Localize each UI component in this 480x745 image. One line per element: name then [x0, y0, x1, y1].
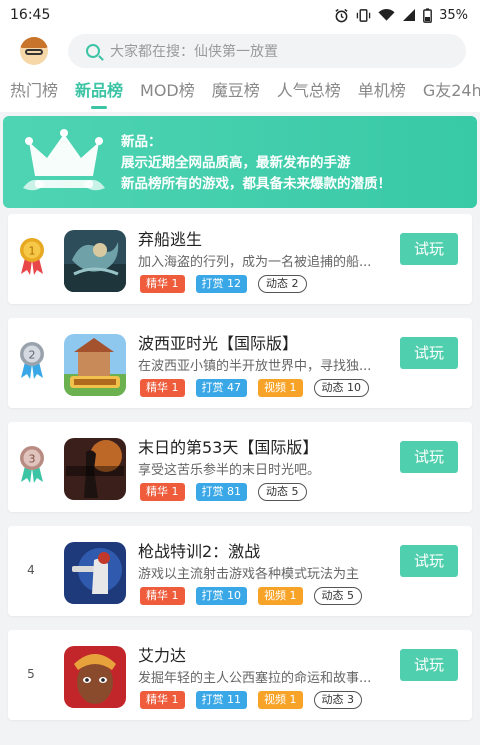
play-button[interactable]: 试玩 [400, 441, 458, 473]
tag-video: 视频 1 [258, 691, 303, 709]
rank-number: 5 [27, 667, 35, 681]
game-thumbnail [64, 438, 126, 500]
tab-gyou24h[interactable]: G友24h [423, 72, 480, 112]
game-description: 加入海盗的行列，成为一名被追捕的船... [138, 255, 372, 270]
tag-tips: 打赏 81 [195, 483, 247, 501]
avatar[interactable] [20, 37, 48, 65]
tag-posts: 动态 10 [313, 379, 369, 397]
game-thumbnail [64, 230, 126, 292]
tab-popularity[interactable]: 人气总榜 [277, 72, 341, 112]
game-description: 享受这苦乐参半的末日时光吧。 [138, 463, 321, 478]
tab-modou[interactable]: 魔豆榜 [212, 72, 260, 112]
new-games-banner: 新品： 展示近期全网品质高，最新发布的手游 新品榜所有的游戏，都具备未来爆款的潜… [3, 116, 477, 208]
tag-featured: 精华 1 [140, 379, 185, 397]
status-icons: 35% [334, 8, 468, 23]
game-description: 游戏以主流射击游戏各种模式玩法为主 [138, 567, 360, 582]
game-tags: 精华 1 打赏 81 动态 5 [140, 483, 307, 501]
tag-tips: 打赏 10 [195, 587, 247, 605]
game-tags: 精华 1 打赏 12 动态 2 [140, 275, 307, 293]
tag-posts: 动态 5 [258, 483, 307, 501]
game-card[interactable]: 3 末日的第53天【国际版】 享受这苦乐参半的末日时光吧。 精华 1 打赏 81… [8, 422, 472, 512]
game-name: 末日的第53天【国际版】 [138, 438, 319, 457]
medal-icon: 2 [20, 342, 44, 379]
game-tags: 精华 1 打赏 10 视频 1 动态 5 [140, 587, 362, 605]
tag-tips: 打赏 47 [195, 379, 247, 397]
svg-text:3: 3 [29, 453, 36, 466]
search-icon [86, 44, 100, 58]
tag-tips: 打赏 12 [195, 275, 247, 293]
game-tags: 精华 1 打赏 47 视频 1 动态 10 [140, 379, 369, 397]
status-bar: 16:45 35% [0, 0, 480, 30]
tag-featured: 精华 1 [140, 691, 185, 709]
game-card[interactable]: 5 艾力达 发掘年轻的主人公西塞拉的命运和故事... 精华 1 打赏 11 视频… [8, 630, 472, 720]
game-name: 波西亚时光【国际版】 [138, 334, 299, 353]
tab-hot[interactable]: 热门榜 [10, 72, 58, 112]
banner-line-2: 新品榜所有的游戏，都具备未来爆款的潜质！ [121, 176, 391, 192]
game-description: 发掘年轻的主人公西塞拉的命运和故事... [138, 671, 372, 686]
medal-icon: 1 [20, 238, 44, 275]
search-placeholder: 大家都在搜：仙侠第一放置 [110, 44, 278, 60]
tag-posts: 动态 2 [258, 275, 307, 293]
tag-featured: 精华 1 [140, 483, 185, 501]
crown-icon [23, 129, 105, 191]
tag-tips: 打赏 11 [195, 691, 247, 709]
game-description: 在波西亚小镇的半开放世界中，寻找独... [138, 359, 372, 374]
tab-new[interactable]: 新品榜 [75, 72, 123, 112]
battery-level: 35% [439, 7, 468, 23]
play-button[interactable]: 试玩 [400, 233, 458, 265]
game-card[interactable]: 4 枪战特训2：激战 游戏以主流射击游戏各种模式玩法为主 精华 1 打赏 10 … [8, 526, 472, 616]
game-thumbnail [64, 646, 126, 708]
game-card[interactable]: 1 弃船逃生 加入海盗的行列，成为一名被追捕的船... 精华 1 打赏 12 动… [8, 214, 472, 304]
banner-line-1: 展示近期全网品质高，最新发布的手游 [121, 155, 351, 171]
tag-posts: 动态 3 [313, 691, 362, 709]
tab-offline[interactable]: 单机榜 [358, 72, 406, 112]
vibrate-icon [356, 8, 371, 22]
signal-icon [403, 9, 416, 21]
game-thumbnail [64, 334, 126, 396]
game-name: 弃船逃生 [138, 230, 203, 249]
rank-number: 4 [27, 563, 35, 577]
tab-mod[interactable]: MOD榜 [140, 72, 195, 112]
battery-icon [423, 7, 432, 23]
game-card[interactable]: 2 波西亚时光【国际版】 在波西亚小镇的半开放世界中，寻找独... 精华 1 打… [8, 318, 472, 408]
alarm-icon [335, 8, 348, 22]
ranking-tabs: 热门榜 新品榜 MOD榜 魔豆榜 人气总榜 单机榜 G友24h [0, 72, 480, 112]
svg-text:2: 2 [29, 349, 36, 362]
game-name: 枪战特训2：激战 [138, 542, 261, 561]
game-thumbnail [64, 542, 126, 604]
tag-video: 视频 1 [258, 379, 303, 397]
search-bar[interactable]: 大家都在搜：仙侠第一放置 [68, 34, 466, 68]
tag-video: 视频 1 [258, 587, 303, 605]
header: 大家都在搜：仙侠第一放置 [0, 30, 480, 72]
game-name: 艾力达 [138, 646, 187, 665]
svg-text:1: 1 [29, 245, 36, 258]
tag-featured: 精华 1 [140, 587, 185, 605]
medal-icon: 3 [20, 446, 44, 483]
tag-featured: 精华 1 [140, 275, 185, 293]
tag-posts: 动态 5 [313, 587, 362, 605]
game-tags: 精华 1 打赏 11 视频 1 动态 3 [140, 691, 362, 709]
play-button[interactable]: 试玩 [400, 337, 458, 369]
status-time: 16:45 [10, 7, 51, 23]
wifi-icon [378, 9, 395, 21]
play-button[interactable]: 试玩 [400, 649, 458, 681]
banner-title: 新品： [121, 134, 162, 150]
play-button[interactable]: 试玩 [400, 545, 458, 577]
game-list: 1 弃船逃生 加入海盗的行列，成为一名被追捕的船... 精华 1 打赏 12 动… [8, 214, 472, 734]
